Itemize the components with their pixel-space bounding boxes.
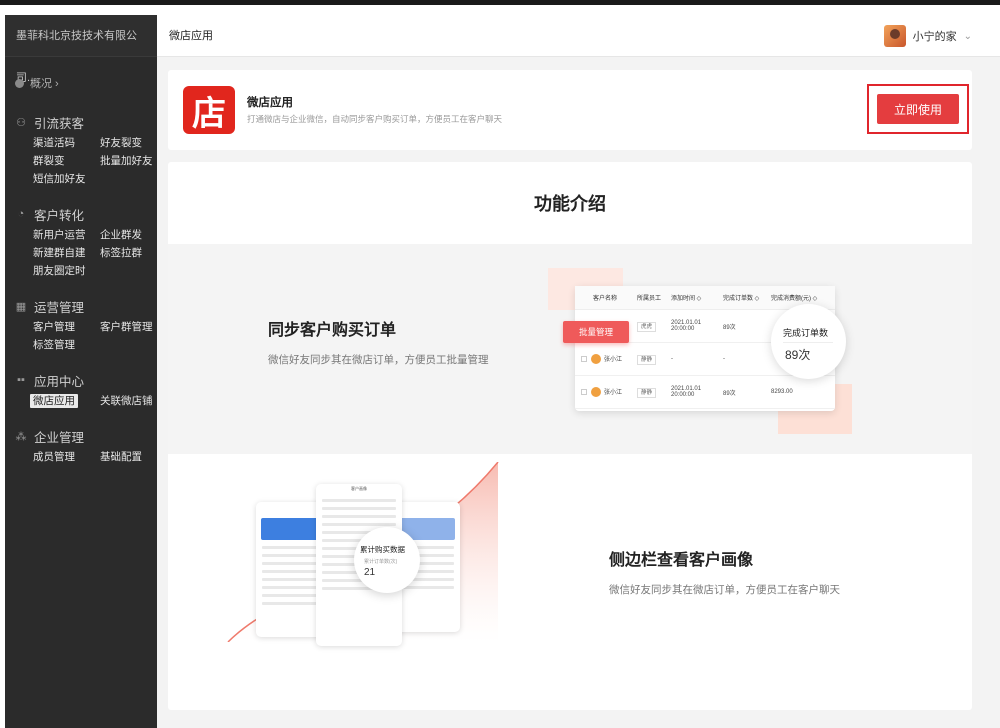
group-title: 应用中心 [34,374,85,389]
sidebar-group-enterprise: ⁂ 企业管理 成员管理 基础配置 [15,427,155,464]
sidebar-item-group-fission[interactable]: 群裂变 [33,154,100,168]
cell-orders: - [723,356,725,362]
cell-orders: 89次 [723,390,736,397]
cell-customer: 张小江 [604,356,623,363]
app-description: 打通微店与企业微信，自动同步客户购买订单，方便员工在客户聊天 [247,114,503,124]
col-orders: 完成订单数 ◇ [723,296,760,302]
sidebar-group-acquisition: ⚇ 引流获客 渠道活码 好友裂变 群裂变 批量加好友 短信加好友 [15,113,155,186]
group-title: 企业管理 [34,430,85,445]
chevron-down-icon: ⌄ [963,30,972,42]
chart-icon: ▦ [15,300,27,313]
avatar [591,387,601,398]
cell-amount: 8293.00 [771,389,793,395]
user-name: 小宁的家 [912,31,957,43]
avatar [591,354,601,365]
checkbox-icon [581,389,587,396]
sidebar-item-sms-add[interactable]: 短信加好友 [33,172,100,186]
avatar [883,25,906,47]
cell-customer: 张小江 [604,389,623,396]
overview-label: 概况 › [30,78,59,90]
app-card: 店 微店应用 打通微店与企业微信，自动同步客户购买订单，方便员工在客户聊天 立即… [168,70,972,150]
top-border [0,0,1000,5]
intro-title: 功能介绍 [534,194,606,214]
sidebar-item-group-create[interactable]: 新建群自建 [33,246,100,260]
sidebar-item-member-mgmt[interactable]: 成员管理 [33,450,100,464]
feature1-desc: 微信好友同步其在微店订单，方便员工批量管理 [268,354,489,366]
staff-tag: 静静 [637,355,657,365]
highlight-frame: 立即使用 [867,84,969,134]
grid-icon: ▪▪ [17,374,25,386]
group-title: 运营管理 [34,300,85,315]
cell-time: 2021.01.01 20:00:00 [671,386,702,398]
col-customer: 客户名称 [593,296,618,302]
cell-time: 2021.01.01 20:00:00 [671,320,702,332]
bubble-value: 21 [364,567,376,578]
col-staff: 所属员工 [637,296,662,302]
phone-title: 客户画像 [351,486,367,491]
sidebar-item-customer-mgmt[interactable]: 客户管理 [33,320,100,334]
group-title: 客户转化 [34,208,85,223]
overview-icon [15,78,24,88]
sidebar-group-apps: ▪▪ 应用中心 微店应用 关联微店铺 [15,371,155,408]
company-name[interactable]: 墨菲科北京技技术有限公司... [5,15,157,84]
feature1-title: 同步客户购买订单 [268,322,397,339]
staff-tag: 静静 [637,388,657,398]
org-icon: ⁂ [15,430,27,443]
staff-tag: 虎虎 [637,322,657,332]
sidebar-item-weidian-app[interactable]: 微店应用 [30,394,78,408]
sidebar-item-moments-schedule[interactable]: 朋友圈定时 [33,264,100,278]
cumulative-bubble: 累计购买数据 累计订单数(次) 21 [354,527,420,593]
col-added: 添加时间 ◇ [671,296,702,302]
sidebar-group-conversion: ◔ 客户转化 新用户运营 企业群发 新建群自建 标签拉群 朋友圈定时 [15,205,155,278]
top-header: 微店应用 小宁的家 ⌄ [157,15,1000,57]
batch-manage-badge: 批量管理 [563,321,629,343]
feature2-desc: 微信好友同步其在微店订单，方便员工在客户聊天 [609,584,840,596]
cycle-icon: ◔ [17,208,25,220]
bubble-label: 累计购买数据 [360,545,405,554]
app-logo: 店 [183,86,235,134]
sidebar-item-tag-mgmt[interactable]: 标签管理 [33,338,100,352]
sidebar-group-operations: ▦ 运营管理 客户管理 客户群管理 标签管理 [15,297,155,352]
user-menu[interactable]: 小宁的家 ⌄ [883,25,972,47]
bubble-value: 89次 [785,348,811,362]
group-title: 引流获客 [34,116,85,131]
cell-orders: 89次 [723,324,736,331]
feature2-title: 侧边栏查看客户画像 [609,552,754,569]
sidebar-item-channel-code[interactable]: 渠道活码 [33,136,100,150]
orders-bubble: 完成订单数 89次 [771,304,846,379]
bubble-sub: 累计订单数(次) [364,559,398,565]
sidebar: 墨菲科北京技技术有限公司... 概况 › ⚇ 引流获客 渠道活码 好友裂变 群裂变… [5,15,157,728]
cell-time: - [671,356,673,362]
table-row: 张小江 静静 2021.01.01 20:00:00 89次 8293.00 [575,376,835,409]
main-content: 店 微店应用 打通微店与企业微信，自动同步客户购买订单，方便员工在客户聊天 立即… [157,57,1000,728]
feature-intro: 功能介绍 同步客户购买订单 微信好友同步其在微店订单，方便员工批量管理 客户名称… [168,162,972,710]
sidebar-item-overview[interactable]: 概况 › [15,75,59,91]
person-icon: ⚇ [16,116,26,129]
bubble-label: 完成订单数 [783,328,829,338]
use-now-button[interactable]: 立即使用 [877,94,959,124]
col-amount: 完成消费额(元) ◇ [771,296,818,302]
sidebar-item-new-user-ops[interactable]: 新用户运营 [33,228,100,242]
page-title: 微店应用 [169,30,213,42]
app-name: 微店应用 [247,97,293,109]
checkbox-icon [581,356,587,363]
feature-order-sync: 同步客户购买订单 微信好友同步其在微店订单，方便员工批量管理 客户名称 所属员工… [168,244,972,454]
